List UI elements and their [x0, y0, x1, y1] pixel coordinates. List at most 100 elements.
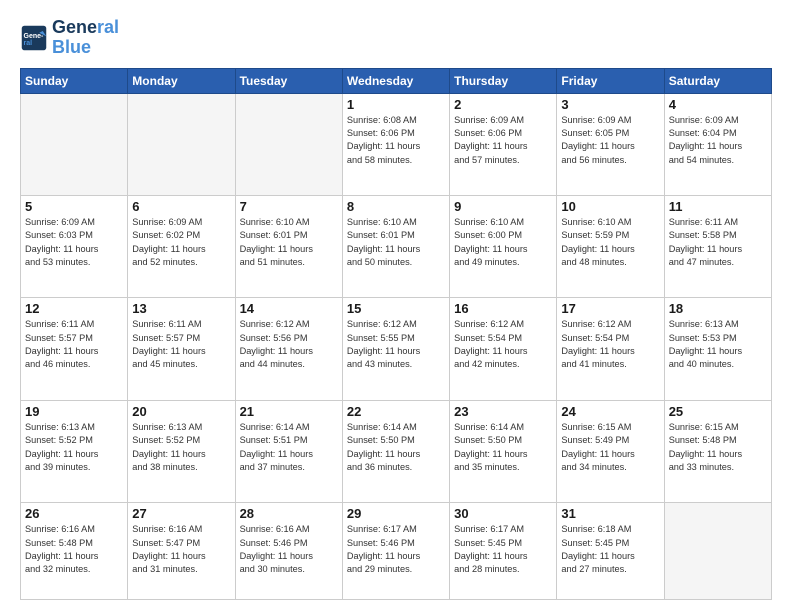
calendar-cell: 14Sunrise: 6:12 AMSunset: 5:56 PMDayligh…: [235, 298, 342, 400]
day-number: 17: [561, 301, 659, 316]
calendar-cell: 12Sunrise: 6:11 AMSunset: 5:57 PMDayligh…: [21, 298, 128, 400]
calendar-table: SundayMondayTuesdayWednesdayThursdayFrid…: [20, 68, 772, 600]
day-info: Sunrise: 6:11 AMSunset: 5:58 PMDaylight:…: [669, 216, 767, 269]
day-info: Sunrise: 6:14 AMSunset: 5:51 PMDaylight:…: [240, 421, 338, 474]
day-info: Sunrise: 6:17 AMSunset: 5:45 PMDaylight:…: [454, 523, 552, 576]
day-number: 7: [240, 199, 338, 214]
day-number: 9: [454, 199, 552, 214]
calendar-cell: 13Sunrise: 6:11 AMSunset: 5:57 PMDayligh…: [128, 298, 235, 400]
calendar-day-header: Friday: [557, 68, 664, 93]
day-info: Sunrise: 6:10 AMSunset: 6:01 PMDaylight:…: [240, 216, 338, 269]
day-number: 28: [240, 506, 338, 521]
day-number: 15: [347, 301, 445, 316]
day-number: 6: [132, 199, 230, 214]
day-info: Sunrise: 6:08 AMSunset: 6:06 PMDaylight:…: [347, 114, 445, 167]
day-info: Sunrise: 6:14 AMSunset: 5:50 PMDaylight:…: [347, 421, 445, 474]
calendar-day-header: Monday: [128, 68, 235, 93]
day-info: Sunrise: 6:18 AMSunset: 5:45 PMDaylight:…: [561, 523, 659, 576]
day-number: 20: [132, 404, 230, 419]
day-info: Sunrise: 6:10 AMSunset: 5:59 PMDaylight:…: [561, 216, 659, 269]
calendar-cell: 29Sunrise: 6:17 AMSunset: 5:46 PMDayligh…: [342, 503, 449, 600]
day-number: 23: [454, 404, 552, 419]
day-number: 25: [669, 404, 767, 419]
day-info: Sunrise: 6:13 AMSunset: 5:52 PMDaylight:…: [25, 421, 123, 474]
day-info: Sunrise: 6:14 AMSunset: 5:50 PMDaylight:…: [454, 421, 552, 474]
calendar-cell: 8 Sunrise: 6:10 AMSunset: 6:01 PMDaylight…: [342, 196, 449, 298]
calendar-day-header: Saturday: [664, 68, 771, 93]
calendar-cell: 21 Sunrise: 6:14 AMSunset: 5:51 PMDayligh…: [235, 400, 342, 502]
calendar-cell: [235, 93, 342, 195]
day-number: 21: [240, 404, 338, 419]
calendar-cell: 2 Sunrise: 6:09 AMSunset: 6:06 PMDaylight…: [450, 93, 557, 195]
calendar-week-row: 1Sunrise: 6:08 AMSunset: 6:06 PMDaylight…: [21, 93, 772, 195]
calendar-cell: 16Sunrise: 6:12 AMSunset: 5:54 PMDayligh…: [450, 298, 557, 400]
header: Gene- ral GeneralBlue: [20, 18, 772, 58]
day-info: Sunrise: 6:09 AMSunset: 6:06 PMDaylight:…: [454, 114, 552, 167]
day-number: 13: [132, 301, 230, 316]
svg-text:ral: ral: [24, 40, 33, 47]
calendar-day-header: Tuesday: [235, 68, 342, 93]
day-number: 27: [132, 506, 230, 521]
calendar-week-row: 19 Sunrise: 6:13 AMSunset: 5:52 PMDayligh…: [21, 400, 772, 502]
day-info: Sunrise: 6:16 AMSunset: 5:46 PMDaylight:…: [240, 523, 338, 576]
day-number: 29: [347, 506, 445, 521]
day-info: Sunrise: 6:13 AMSunset: 5:53 PMDaylight:…: [669, 318, 767, 371]
calendar-cell: 10Sunrise: 6:10 AMSunset: 5:59 PMDayligh…: [557, 196, 664, 298]
day-number: 14: [240, 301, 338, 316]
calendar-cell: 23 Sunrise: 6:14 AMSunset: 5:50 PMDayligh…: [450, 400, 557, 502]
calendar-day-header: Sunday: [21, 68, 128, 93]
day-info: Sunrise: 6:10 AMSunset: 6:01 PMDaylight:…: [347, 216, 445, 269]
day-number: 31: [561, 506, 659, 521]
day-number: 18: [669, 301, 767, 316]
calendar-cell: 26 Sunrise: 6:16 AMSunset: 5:48 PMDayligh…: [21, 503, 128, 600]
day-info: Sunrise: 6:11 AMSunset: 5:57 PMDaylight:…: [25, 318, 123, 371]
day-info: Sunrise: 6:15 AMSunset: 5:49 PMDaylight:…: [561, 421, 659, 474]
calendar-cell: 20 Sunrise: 6:13 AMSunset: 5:52 PMDayligh…: [128, 400, 235, 502]
day-info: Sunrise: 6:12 AMSunset: 5:54 PMDaylight:…: [561, 318, 659, 371]
calendar-cell: 18 Sunrise: 6:13 AMSunset: 5:53 PMDayligh…: [664, 298, 771, 400]
day-number: 24: [561, 404, 659, 419]
calendar-cell: 27Sunrise: 6:16 AMSunset: 5:47 PMDayligh…: [128, 503, 235, 600]
calendar-cell: [21, 93, 128, 195]
day-info: Sunrise: 6:09 AMSunset: 6:04 PMDaylight:…: [669, 114, 767, 167]
day-info: Sunrise: 6:13 AMSunset: 5:52 PMDaylight:…: [132, 421, 230, 474]
day-info: Sunrise: 6:10 AMSunset: 6:00 PMDaylight:…: [454, 216, 552, 269]
calendar-cell: 28 Sunrise: 6:16 AMSunset: 5:46 PMDayligh…: [235, 503, 342, 600]
calendar-cell: 4 Sunrise: 6:09 AMSunset: 6:04 PMDaylight…: [664, 93, 771, 195]
day-number: 30: [454, 506, 552, 521]
day-info: Sunrise: 6:09 AMSunset: 6:02 PMDaylight:…: [132, 216, 230, 269]
calendar-header-row: SundayMondayTuesdayWednesdayThursdayFrid…: [21, 68, 772, 93]
calendar-cell: 5 Sunrise: 6:09 AMSunset: 6:03 PMDaylight…: [21, 196, 128, 298]
day-number: 8: [347, 199, 445, 214]
day-number: 26: [25, 506, 123, 521]
calendar-cell: 6 Sunrise: 6:09 AMSunset: 6:02 PMDaylight…: [128, 196, 235, 298]
calendar-cell: 1Sunrise: 6:08 AMSunset: 6:06 PMDaylight…: [342, 93, 449, 195]
calendar-week-row: 12Sunrise: 6:11 AMSunset: 5:57 PMDayligh…: [21, 298, 772, 400]
day-info: Sunrise: 6:16 AMSunset: 5:48 PMDaylight:…: [25, 523, 123, 576]
day-info: Sunrise: 6:12 AMSunset: 5:54 PMDaylight:…: [454, 318, 552, 371]
day-info: Sunrise: 6:15 AMSunset: 5:48 PMDaylight:…: [669, 421, 767, 474]
calendar-cell: 25 Sunrise: 6:15 AMSunset: 5:48 PMDayligh…: [664, 400, 771, 502]
calendar-cell: 24 Sunrise: 6:15 AMSunset: 5:49 PMDayligh…: [557, 400, 664, 502]
calendar-cell: 7 Sunrise: 6:10 AMSunset: 6:01 PMDaylight…: [235, 196, 342, 298]
logo: Gene- ral GeneralBlue: [20, 18, 119, 58]
calendar-cell: 17 Sunrise: 6:12 AMSunset: 5:54 PMDayligh…: [557, 298, 664, 400]
calendar-cell: 11Sunrise: 6:11 AMSunset: 5:58 PMDayligh…: [664, 196, 771, 298]
logo-icon: Gene- ral: [20, 24, 48, 52]
day-number: 22: [347, 404, 445, 419]
day-number: 19: [25, 404, 123, 419]
logo-text: GeneralBlue: [52, 18, 119, 58]
calendar-cell: [128, 93, 235, 195]
calendar-day-header: Thursday: [450, 68, 557, 93]
calendar-cell: 19 Sunrise: 6:13 AMSunset: 5:52 PMDayligh…: [21, 400, 128, 502]
calendar-week-row: 5 Sunrise: 6:09 AMSunset: 6:03 PMDaylight…: [21, 196, 772, 298]
day-number: 5: [25, 199, 123, 214]
page: Gene- ral GeneralBlue SundayMondayTuesda…: [0, 0, 792, 612]
day-number: 4: [669, 97, 767, 112]
calendar-cell: 15Sunrise: 6:12 AMSunset: 5:55 PMDayligh…: [342, 298, 449, 400]
calendar-day-header: Wednesday: [342, 68, 449, 93]
calendar-cell: 22 Sunrise: 6:14 AMSunset: 5:50 PMDayligh…: [342, 400, 449, 502]
day-number: 2: [454, 97, 552, 112]
calendar-cell: 30 Sunrise: 6:17 AMSunset: 5:45 PMDayligh…: [450, 503, 557, 600]
day-info: Sunrise: 6:09 AMSunset: 6:03 PMDaylight:…: [25, 216, 123, 269]
